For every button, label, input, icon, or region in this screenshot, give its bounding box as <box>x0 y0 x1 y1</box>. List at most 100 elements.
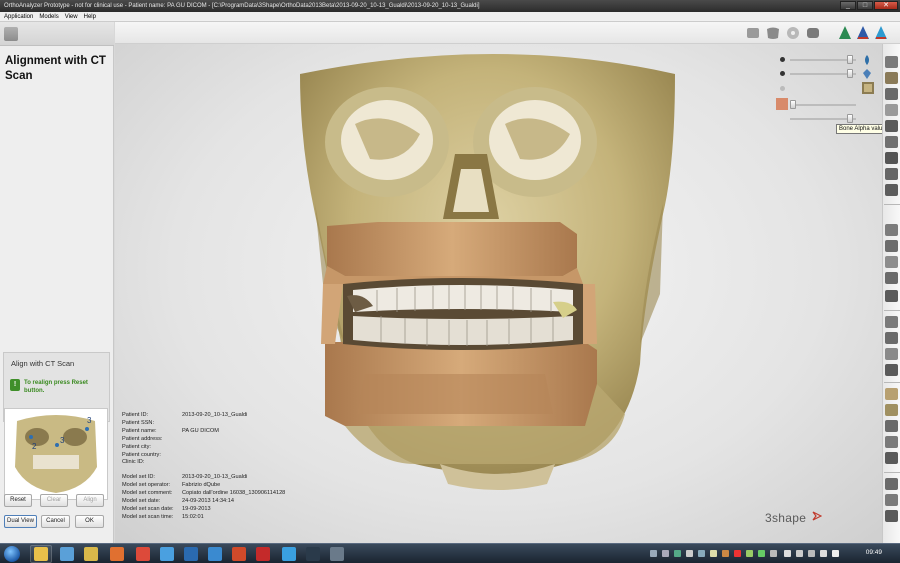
bone-alpha-slider[interactable] <box>780 114 880 124</box>
model-label: Model set comment: <box>122 490 173 497</box>
skype-icon[interactable] <box>160 547 174 561</box>
zoom-view-icon[interactable] <box>885 510 898 522</box>
terminal-icon[interactable] <box>306 547 320 561</box>
patient-row: Patient city: <box>122 444 285 452</box>
lower-jaw-icon[interactable] <box>885 332 898 344</box>
jaw-icon[interactable] <box>765 26 781 40</box>
maximize-button[interactable]: □ <box>857 1 873 10</box>
teeth-icon[interactable] <box>885 72 898 84</box>
arch-icon[interactable] <box>885 256 898 268</box>
tray-icon[interactable] <box>770 550 777 557</box>
opacity-slider-4[interactable] <box>776 98 880 110</box>
opacity-slider-1[interactable] <box>780 55 880 65</box>
rotate-icon[interactable] <box>885 184 898 196</box>
ok-button[interactable]: OK <box>75 515 104 528</box>
cancel-button[interactable]: Cancel <box>41 515 70 528</box>
down-icon[interactable] <box>885 452 898 464</box>
outlook-icon[interactable] <box>208 547 222 561</box>
brush-icon[interactable] <box>885 168 898 180</box>
tree-cyan-icon[interactable] <box>873 26 889 40</box>
tray-icon[interactable] <box>650 550 657 557</box>
slider-knob[interactable] <box>790 100 796 109</box>
opacity-slider-3[interactable] <box>780 82 880 94</box>
zoom-icon[interactable] <box>885 152 898 164</box>
close-button[interactable]: ✕ <box>874 1 898 10</box>
bone-icon[interactable] <box>885 104 898 116</box>
info-icon: ! <box>10 379 20 391</box>
acrobat-icon[interactable] <box>256 547 270 561</box>
model-icon[interactable] <box>745 26 761 40</box>
slider-knob[interactable] <box>847 69 853 78</box>
explorer-icon[interactable] <box>84 547 98 561</box>
patient-row: Patient address: <box>122 436 285 444</box>
tray-icon[interactable] <box>674 550 681 557</box>
menu-view[interactable]: View <box>65 12 78 21</box>
menu-application[interactable]: Application <box>4 12 33 21</box>
window-icon[interactable] <box>330 547 344 561</box>
bite-icon[interactable] <box>885 272 898 284</box>
panel-header <box>0 22 114 46</box>
model-row: Model set operator: Fabrizio dQube <box>122 482 285 490</box>
patient-label: Patient city: <box>122 443 151 450</box>
patient-row: Patient ID: 2013-09-20_10-13_Gualdi <box>122 412 285 420</box>
reset-button[interactable]: Reset <box>4 494 32 507</box>
eye-icon[interactable] <box>885 348 898 360</box>
media-icon[interactable] <box>110 547 124 561</box>
opacity-slider-2[interactable] <box>780 69 880 79</box>
menu-help[interactable]: Help <box>84 12 96 21</box>
align-button[interactable]: Align <box>76 494 104 507</box>
rotate-view-icon[interactable] <box>885 478 898 490</box>
skype-call-icon[interactable] <box>282 547 296 561</box>
upper-jaw-icon[interactable] <box>885 316 898 328</box>
minimize-button[interactable]: _ <box>840 1 856 10</box>
tray-icon[interactable] <box>734 550 741 557</box>
tooth-icon[interactable] <box>885 224 898 236</box>
settings-icon[interactable] <box>885 436 898 448</box>
crown-icon[interactable] <box>885 240 898 252</box>
signal-icon[interactable] <box>820 550 827 557</box>
volume-icon[interactable] <box>832 550 839 557</box>
tray-icon[interactable] <box>662 550 669 557</box>
tree-blue-icon[interactable] <box>855 26 871 40</box>
taskbar-clock[interactable]: 09:49 <box>866 549 882 556</box>
tray-icon[interactable] <box>710 550 717 557</box>
clear-button[interactable]: Clear <box>40 494 68 507</box>
patient-row: Patient SSN: <box>122 420 285 428</box>
slider-dot <box>780 86 785 91</box>
slider-knob[interactable] <box>847 55 853 64</box>
dual-view-button[interactable]: Dual View <box>4 515 37 528</box>
tray-icon[interactable] <box>758 550 765 557</box>
word-icon[interactable] <box>184 547 198 561</box>
ct-icon[interactable] <box>885 120 898 132</box>
face-icon[interactable] <box>885 88 898 100</box>
workflow-icon[interactable] <box>4 27 18 41</box>
copy-icon[interactable] <box>885 420 898 432</box>
tree-green-icon[interactable] <box>837 26 853 40</box>
network-icon[interactable] <box>808 550 815 557</box>
pan-icon[interactable] <box>885 494 898 506</box>
tray-icon[interactable] <box>722 550 729 557</box>
tray-icon[interactable] <box>746 550 753 557</box>
ie-icon[interactable] <box>60 547 74 561</box>
upper-view-icon[interactable] <box>885 388 898 400</box>
chrome-icon[interactable] <box>136 547 150 561</box>
tray-icon[interactable] <box>698 550 705 557</box>
3d-viewport[interactable]: Patient ID: 2013-09-20_10-13_Gualdi Patie… <box>115 44 882 543</box>
menu-bar: Application Models View Help <box>0 12 900 22</box>
start-button[interactable] <box>4 546 20 562</box>
flag-icon[interactable] <box>796 550 803 557</box>
chart-icon[interactable] <box>885 136 898 148</box>
split-icon[interactable] <box>885 290 898 302</box>
slider-knob[interactable] <box>847 114 853 123</box>
bone-icon[interactable] <box>805 26 821 40</box>
tray-icon[interactable] <box>686 550 693 557</box>
scan-thumbnail[interactable]: 2 3 3 <box>4 408 108 500</box>
disc-icon[interactable] <box>785 26 801 40</box>
scan-icon[interactable] <box>885 56 898 68</box>
lower-view-icon[interactable] <box>885 404 898 416</box>
model-label: Model set ID: <box>122 474 155 481</box>
powerpoint-icon[interactable] <box>232 547 246 561</box>
menu-models[interactable]: Models <box>39 12 58 21</box>
layers-icon[interactable] <box>885 364 898 376</box>
bluetooth-icon[interactable] <box>784 550 791 557</box>
